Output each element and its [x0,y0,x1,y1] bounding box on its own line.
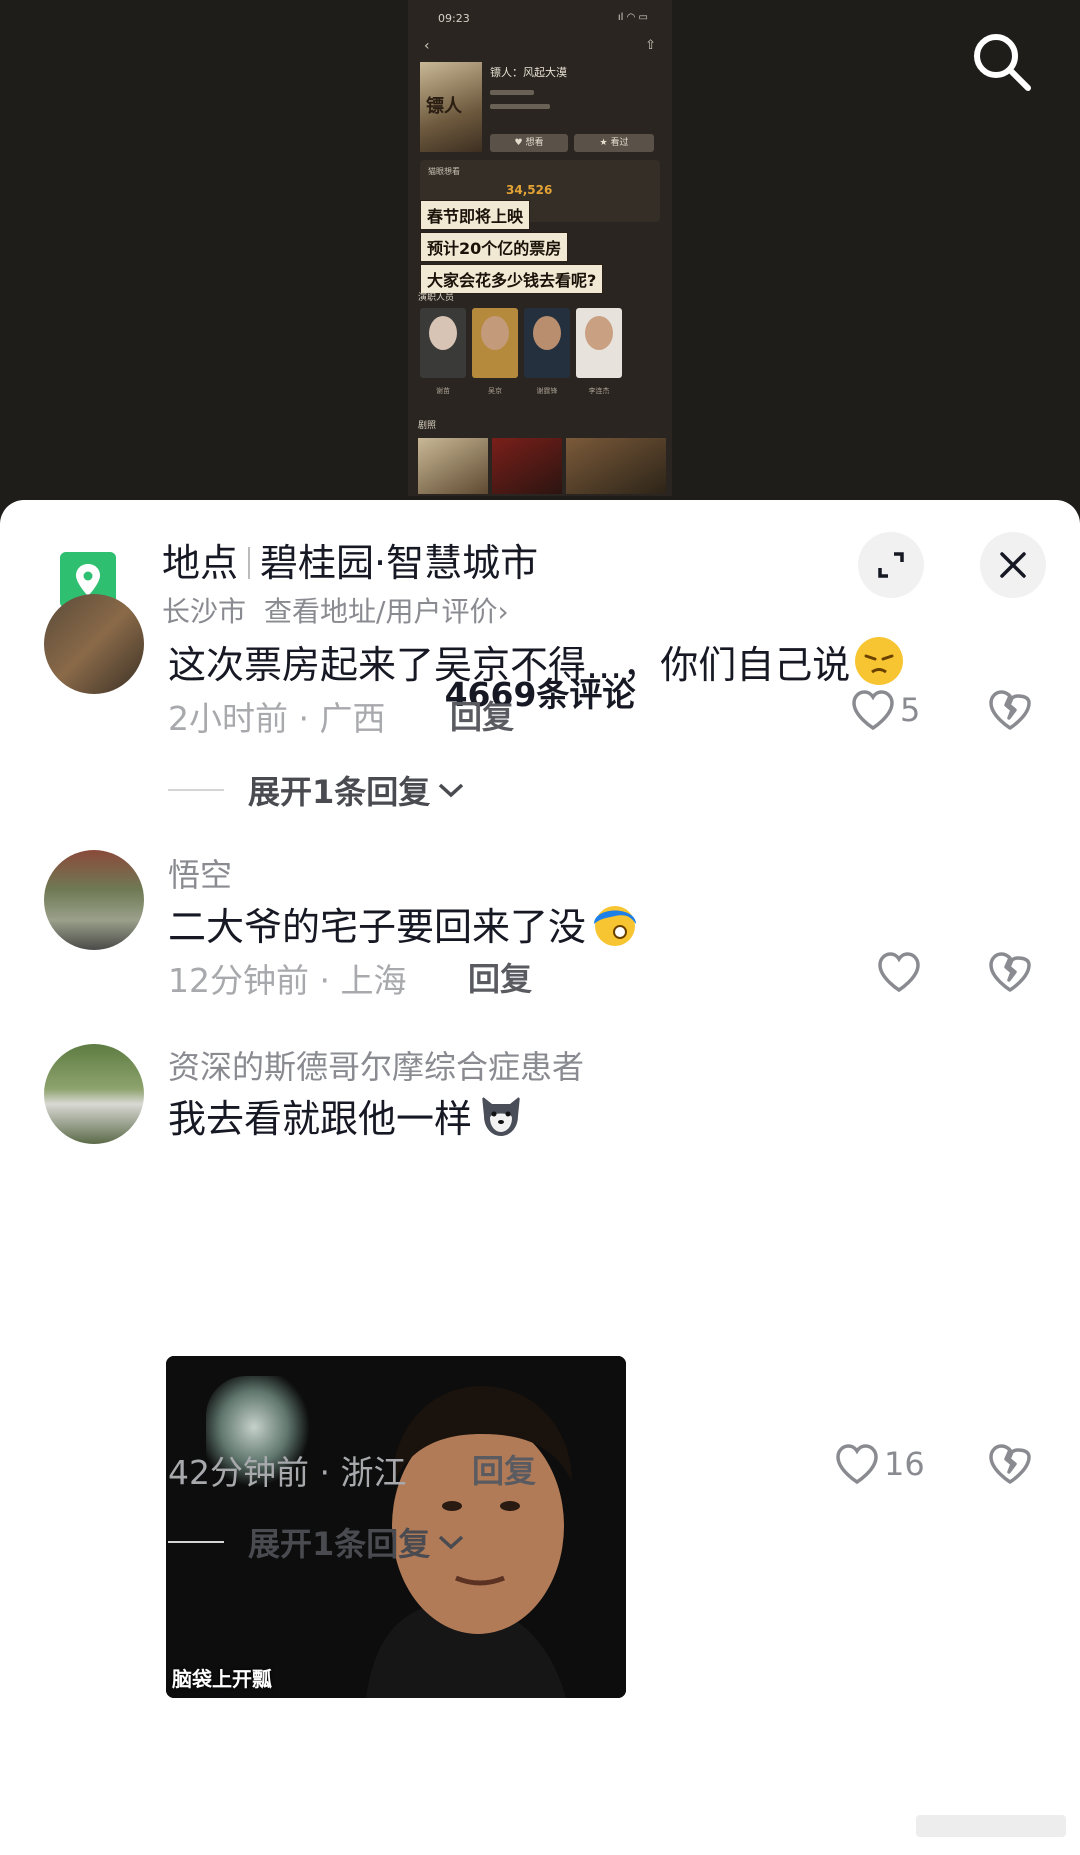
cast-section-title: 演职人员 [418,293,455,303]
search-icon[interactable] [970,30,1034,94]
heart-icon [836,1444,878,1485]
poi-title[interactable]: 地点 碧桂园·智慧城市 [162,532,538,587]
comment-location: 上海 [340,961,407,1000]
expand-replies-button[interactable]: 展开1条回复 [168,1522,466,1563]
expand-replies-label: 展开1条回复 [248,1525,431,1563]
overlay-caption-1: 春节即将上映 [420,200,531,230]
reply-button[interactable]: 回复 [450,692,514,738]
reply-button[interactable]: 回复 [468,954,532,1000]
movie-poster-title: 镖人 [426,96,462,117]
comment-text: 我去看就跟他一样 [168,1088,526,1143]
rating-number: 34,526 [506,183,553,197]
actor-name: 李连杰 [588,387,610,395]
chevron-down-icon [439,1535,464,1550]
like-button[interactable] [876,948,922,996]
chevron-down-icon [439,783,464,798]
expand-icon [878,552,904,578]
comment-location: 浙江 [340,1453,407,1492]
expand-divider [168,1541,224,1543]
meme-caption: 脑袋上开瓢 [172,1667,272,1691]
broken-heart-icon[interactable] [986,686,1034,734]
avatar[interactable] [44,850,144,950]
expand-replies-label: 展开1条回复 [248,773,431,811]
video-status-icons: ıl ◠ ▭ [617,12,648,23]
comment-meta: 42分钟前 · 浙江 [168,1453,407,1492]
watermark-logo [916,1815,1066,1837]
avatar[interactable] [44,1044,144,1144]
actor-name: 谢霆锋 [536,387,558,395]
video-share-icon: ⇧ [645,38,656,53]
like-button[interactable]: 16 [834,1440,925,1488]
like-button[interactable]: 5 [850,686,920,734]
clip-thumbnail [492,438,562,494]
expand-divider [168,789,224,791]
poi-divider [248,547,251,579]
like-count: 5 [900,691,921,729]
comment-location: 广西 [319,699,386,738]
broken-heart-icon[interactable] [986,1440,1034,1488]
video-back-icon: ‹ [424,38,430,54]
username[interactable]: 资深的斯德哥尔摩综合症患者 [168,1042,584,1088]
heart-icon [878,952,920,993]
comment-meta: 12分钟前 · 上海 [168,961,407,1000]
video-player[interactable]: 09:23 ıl ◠ ▭ ‹ ⇧ 镖人 镖人：风起大漠 ♥ 想看 ★ 看过 猫眼… [0,0,1080,520]
want-button: ♥ 想看 [490,134,568,152]
comment-time: 2小时前 [168,699,288,738]
husky-face-emoji-icon [482,1096,521,1136]
comment-text: 二大爷的宅子要回来了没 [168,896,640,951]
close-button[interactable] [980,532,1046,598]
movie-title: 镖人：风起大漠 [490,66,567,79]
actor-photo [576,308,622,378]
actor-name: 吴京 [488,387,502,395]
angry-face-emoji-icon [855,637,904,685]
chevron-right-icon: › [497,595,509,628]
avatar[interactable] [44,594,144,694]
username[interactable]: 悟空 [168,850,232,896]
reply-button[interactable]: 回复 [472,1446,536,1492]
comment-meta: 2小时前 · 广西 [168,699,386,738]
heart-icon [852,690,894,731]
poi-label: 地点 [162,541,239,585]
blue-hair-face-emoji-icon [594,906,637,946]
comment-time: 42分钟前 [168,1453,309,1492]
comment-text: 这次票房起来了吴京不得...，你们自己说 [168,634,904,689]
like-count: 16 [884,1445,925,1483]
video-frame: 09:23 ıl ◠ ▭ ‹ ⇧ 镖人 镖人：风起大漠 ♥ 想看 ★ 看过 猫眼… [408,0,672,496]
actor-name: 谢苗 [436,387,450,395]
clips-section-title: 剧照 [418,421,437,431]
comment-sheet: 地点 碧桂园·智慧城市 长沙市 查看地址/用户评价› 4669条评论 这次票房起来了… [0,500,1080,1855]
actor-photo [472,308,518,378]
poi-city: 长沙市 [162,595,247,628]
broken-heart-icon[interactable] [986,948,1034,996]
poi-detail-link[interactable]: 查看地址/用户评价 [264,595,497,628]
close-icon [1000,552,1026,578]
movie-meta-line [490,90,534,95]
comment-time: 12分钟前 [168,961,309,1000]
rating-label: 猫眼想看 [428,167,460,176]
clip-thumbnail [418,438,488,494]
actor-photo [420,308,466,378]
seen-button: ★ 看过 [574,134,654,152]
overlay-caption-2: 预计20个亿的票房 [420,232,569,262]
expand-button[interactable] [858,532,924,598]
poi-name: 碧桂园·智慧城市 [260,541,539,585]
expand-replies-button[interactable]: 展开1条回复 [168,770,466,811]
movie-meta-line [490,104,550,109]
poi-subtitle[interactable]: 长沙市 查看地址/用户评价› [162,590,509,630]
video-status-time: 09:23 [438,12,470,25]
actor-photo [524,308,570,378]
clip-thumbnail [566,438,666,494]
